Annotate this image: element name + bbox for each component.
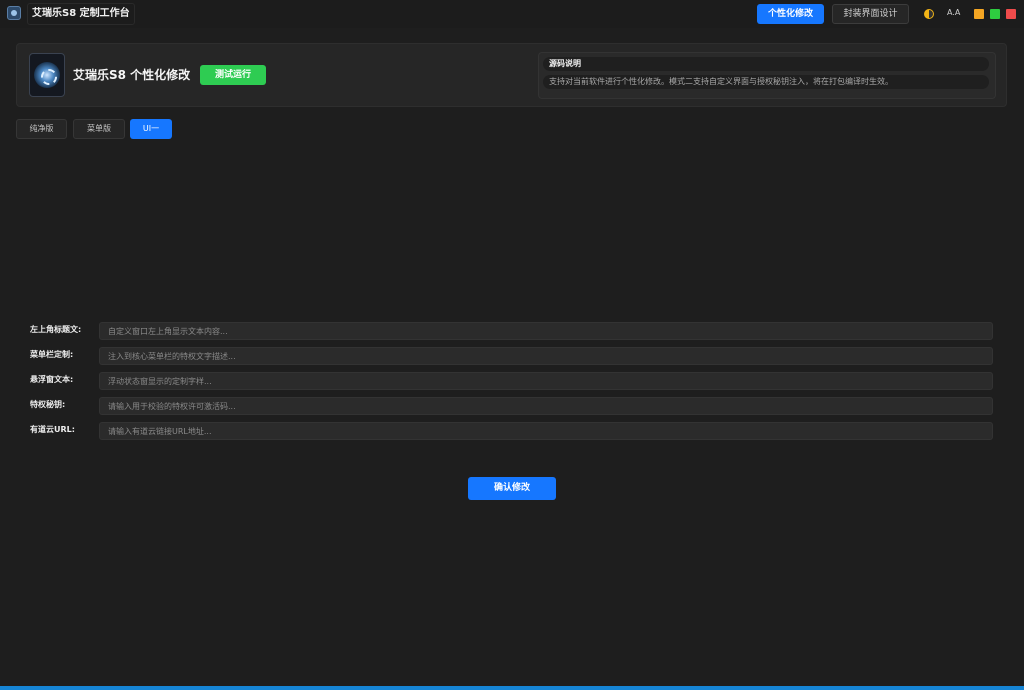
bottom-accent-strip	[0, 686, 1024, 690]
tab-personalize[interactable]: 个性化修改	[757, 4, 824, 24]
maximize-button[interactable]	[990, 9, 1000, 19]
menu-custom-input[interactable]	[99, 347, 993, 365]
description-text: 支持对当前软件进行个性化修改。模式二支持自定义界面与授权秘钥注入，将在打包编译时…	[543, 75, 989, 89]
tab-package-ui-design[interactable]: 封装界面设计	[832, 4, 909, 24]
app-icon	[7, 6, 21, 20]
youdao-url-label: 有道云URL:	[30, 425, 75, 434]
youdao-url-input[interactable]	[99, 422, 993, 440]
floating-text-input[interactable]	[99, 372, 993, 390]
description-box: 源码说明 支持对当前软件进行个性化修改。模式二支持自定义界面与授权秘钥注入，将在…	[538, 52, 996, 99]
page-title: 艾瑞乐S8 个性化修改	[73, 68, 191, 82]
gear-logo-icon	[29, 53, 65, 97]
close-button[interactable]	[1006, 9, 1016, 19]
confirm-button[interactable]: 确认修改	[468, 477, 556, 500]
title-text-label: 左上角标题文:	[30, 325, 82, 334]
tab-clean-edition[interactable]: 纯净版	[16, 119, 67, 139]
header-card: 艾瑞乐S8 个性化修改 测试运行 源码说明 支持对当前软件进行个性化修改。模式二…	[16, 43, 1007, 107]
font-size-icon[interactable]: A.A	[947, 6, 960, 20]
minimize-button[interactable]	[974, 9, 984, 19]
title-bar: 艾瑞乐S8 定制工作台 个性化修改 封装界面设计 A.A	[0, 0, 1024, 28]
test-run-button[interactable]: 测试运行	[200, 65, 266, 85]
description-title: 源码说明	[543, 57, 989, 71]
tab-ui-one[interactable]: UI一	[130, 119, 172, 139]
license-key-input[interactable]	[99, 397, 993, 415]
license-key-label: 特权秘钥:	[30, 400, 66, 409]
title-text-input[interactable]	[99, 322, 993, 340]
floating-text-label: 悬浮窗文本:	[30, 375, 74, 384]
menu-custom-label: 菜单栏定制:	[30, 350, 74, 359]
tab-menu-edition[interactable]: 菜单版	[73, 119, 125, 139]
theme-toggle-icon[interactable]	[924, 9, 934, 19]
app-title: 艾瑞乐S8 定制工作台	[27, 3, 135, 25]
